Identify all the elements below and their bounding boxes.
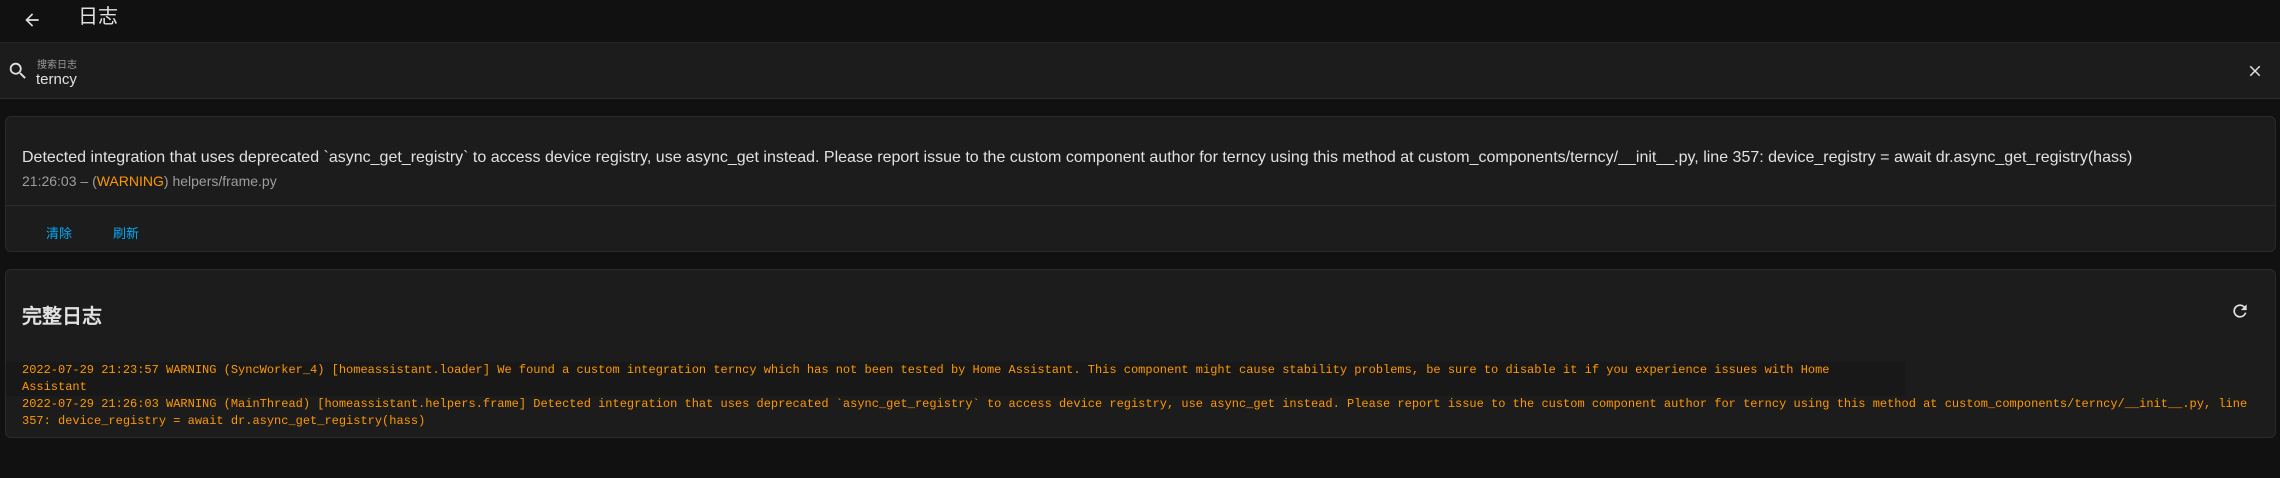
- log-entry-meta-prefix: – (: [76, 173, 97, 189]
- clear-search-button[interactable]: [2244, 60, 2266, 82]
- search-input[interactable]: [36, 69, 2036, 89]
- clear-log-button[interactable]: 清除: [38, 221, 80, 244]
- refresh-full-log-button[interactable]: [2229, 300, 2251, 322]
- arrow-left-icon: [25, 13, 39, 27]
- log-entry-message: Detected integration that uses deprecate…: [22, 149, 2133, 166]
- back-button[interactable]: [16, 4, 48, 36]
- log-entry-source: ) helpers/frame.py: [163, 173, 277, 189]
- log-entry-level: WARNING: [96, 173, 164, 189]
- refresh-log-button[interactable]: 刷新: [105, 221, 147, 244]
- search-icon: [9, 62, 26, 79]
- log-line: 2022-07-29 21:23:57 WARNING (SyncWorker_…: [6, 362, 1905, 396]
- toolbar: 日志: [0, 0, 2280, 42]
- full-log-title: 完整日志: [22, 306, 102, 328]
- full-log-card: 完整日志 2022-07-29 21:23:57 WARNING (SyncWo…: [5, 269, 2276, 438]
- full-log-area: 2022-07-29 21:23:57 WARNING (SyncWorker_…: [6, 362, 2275, 430]
- page-title: 日志: [78, 6, 118, 28]
- log-entry-card[interactable]: Detected integration that uses deprecate…: [5, 116, 2276, 252]
- log-entry-meta: 21:26:03 – (WARNING) helpers/frame.py: [22, 173, 277, 189]
- card-divider: [6, 205, 2275, 206]
- refresh-icon: [2233, 304, 2247, 318]
- search-bar: 搜索日志: [0, 42, 2280, 99]
- close-icon: [2249, 65, 2261, 77]
- log-line: 2022-07-29 21:26:03 WARNING (MainThread)…: [22, 397, 2255, 428]
- log-entry-time: 21:26:03: [22, 173, 77, 189]
